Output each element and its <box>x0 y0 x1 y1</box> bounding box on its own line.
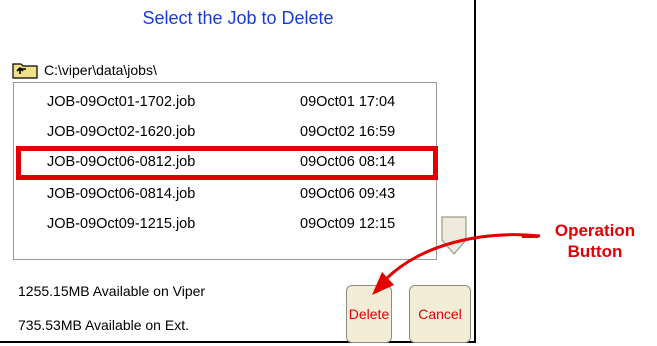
operation-button-callout: Operation Button <box>540 220 650 262</box>
dialog-title: Select the Job to Delete <box>142 8 334 28</box>
current-path: C:\viper\data\jobs\ <box>12 60 157 80</box>
file-name: JOB-09Oct06-0814.job <box>47 186 196 202</box>
file-name: JOB-09Oct02-1620.job <box>47 124 196 140</box>
file-date: 09Oct09 12:15 <box>300 216 396 232</box>
selection-highlight <box>16 146 438 180</box>
file-name: JOB-09Oct09-1215.job <box>47 216 196 232</box>
callout-line1: Operation <box>554 221 636 240</box>
file-date: 09Oct02 16:59 <box>300 124 396 140</box>
list-item[interactable]: JOB-09Oct01-1702.job 09Oct01 17:04 <box>14 87 436 117</box>
list-item[interactable]: JOB-09Oct06-0814.job 09Oct06 09:43 <box>14 179 436 209</box>
ext-storage-status: 735.53MB Available on Ext. <box>18 317 189 333</box>
viper-storage-status: 1255.15MB Available on Viper <box>18 283 206 299</box>
cancel-button[interactable]: Cancel <box>409 285 471 343</box>
file-name: JOB-09Oct01-1702.job <box>47 94 196 110</box>
path-text: C:\viper\data\jobs\ <box>44 62 157 78</box>
delete-job-dialog: Select the Job to Delete C:\viper\data\j… <box>0 0 476 343</box>
delete-button[interactable]: Delete <box>346 285 392 343</box>
file-date: 09Oct01 17:04 <box>300 94 396 110</box>
scroll-down-arrow-icon[interactable] <box>440 216 468 256</box>
file-date: 09Oct06 09:43 <box>300 186 396 202</box>
folder-up-icon[interactable] <box>12 61 38 79</box>
list-item[interactable]: JOB-09Oct02-1620.job 09Oct02 16:59 <box>14 117 436 147</box>
callout-line2: Button <box>567 242 623 261</box>
list-item[interactable]: JOB-09Oct09-1215.job 09Oct09 12:15 <box>14 209 436 239</box>
